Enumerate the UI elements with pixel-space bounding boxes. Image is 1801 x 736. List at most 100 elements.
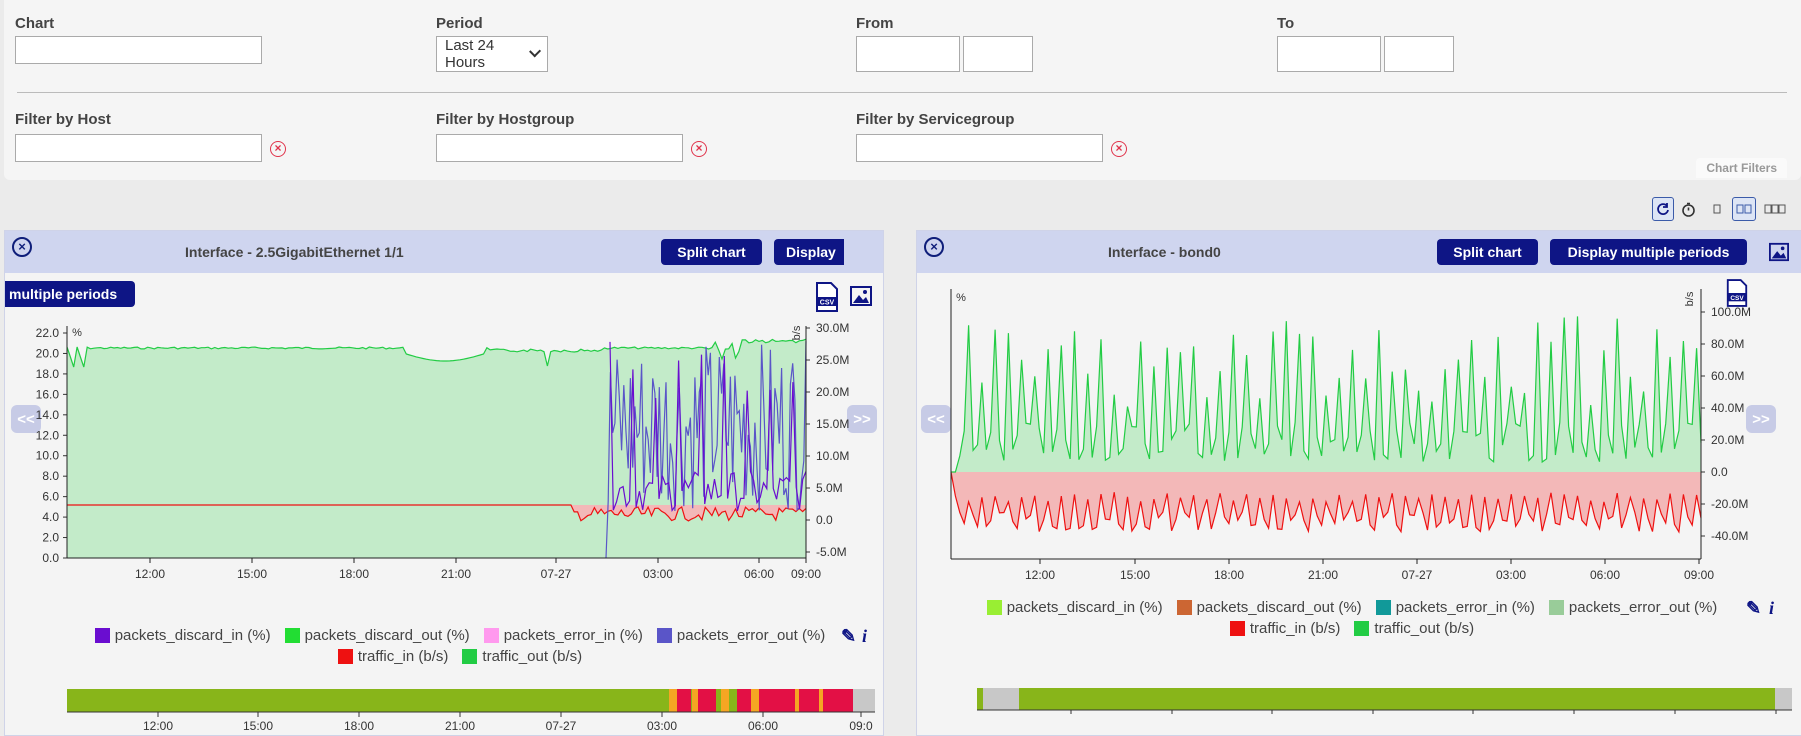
legend-swatch — [462, 649, 478, 664]
clear-hostgroup-filter-icon[interactable]: × — [691, 141, 707, 157]
timeline-tick-label: 21:00 — [445, 719, 475, 733]
legend-label: packets_error_in (%) — [1395, 599, 1535, 616]
y-unit-right: b/s — [791, 325, 803, 340]
legend-item[interactable]: packets_discard_in (%) — [986, 599, 1163, 616]
chart-title: Interface - 2.5GigabitEthernet 1/1 — [185, 244, 404, 260]
y-tick-label-left: 22.0 — [36, 326, 60, 340]
y-tick-label-right: 0.0 — [1711, 465, 1728, 479]
layout-three-columns-icon[interactable] — [1762, 197, 1788, 221]
to-date-input[interactable] — [1277, 36, 1381, 72]
y-tick-label-right: -40.0M — [1711, 529, 1748, 543]
close-chart-icon[interactable]: × — [924, 237, 944, 257]
timeline-status-segment — [698, 689, 716, 712]
timeline-status-bar-right — [977, 688, 1792, 714]
legend-swatch — [483, 628, 499, 643]
image-export-icon[interactable] — [1769, 242, 1789, 262]
y-tick-label-right: 0.0 — [816, 513, 833, 527]
timeline-ok-segment — [977, 688, 1792, 710]
y-tick-label-right: 10.0M — [816, 449, 849, 463]
display-multiple-periods-button-overflow[interactable]: multiple periods — [5, 281, 135, 307]
timeline-status-segment — [759, 689, 819, 712]
period-select-value: Last 24 Hours — [445, 37, 495, 71]
edit-legend-icon[interactable]: ✎ — [841, 626, 856, 647]
legend-label: packets_error_in (%) — [503, 627, 643, 644]
legend-item[interactable]: packets_error_out (%) — [656, 627, 826, 644]
legend-swatch — [986, 600, 1002, 615]
legend-label: packets_discard_out (%) — [1196, 599, 1362, 616]
x-tick-label: 12:00 — [135, 567, 165, 581]
chart-legend-left: packets_discard_in (%) packets_discard_ou… — [45, 627, 875, 665]
y-tick-label-right: 40.0M — [1711, 401, 1744, 415]
x-tick-label: 21:00 — [1308, 568, 1338, 581]
servicegroup-filter-input[interactable] — [856, 134, 1103, 162]
legend-item[interactable]: packets_error_in (%) — [483, 627, 643, 644]
filters-divider — [17, 92, 1787, 93]
display-multiple-periods-button[interactable]: Display multiple periods — [1550, 239, 1747, 265]
timeline-status-segment — [823, 689, 853, 712]
hostgroup-filter-input[interactable] — [436, 134, 683, 162]
split-chart-button[interactable]: Split chart — [661, 239, 762, 265]
y-tick-label-right: 20.0M — [816, 385, 849, 399]
period-select[interactable]: Last 24 Hours — [436, 36, 548, 72]
timeline-tick-label: 06:00 — [748, 719, 778, 733]
y-tick-label-right: -5.0M — [816, 545, 847, 559]
x-tick-label: 12:00 — [1025, 568, 1055, 581]
refresh-icon[interactable] — [1652, 197, 1674, 221]
to-time-input[interactable] — [1384, 36, 1454, 72]
y-tick-label-left: 8.0 — [42, 469, 59, 483]
legend-label: traffic_out (b/s) — [1374, 620, 1475, 637]
csv-export-icon[interactable]: CSV — [814, 282, 840, 312]
to-label: To — [1277, 15, 1295, 32]
timeline-status-segment — [721, 689, 729, 712]
image-export-icon[interactable] — [850, 286, 872, 306]
legend-item[interactable]: packets_discard_in (%) — [94, 627, 271, 644]
from-time-input[interactable] — [963, 36, 1033, 72]
from-date-input[interactable] — [856, 36, 960, 72]
chart-plot-right: 100.0M 80.0M 60.0M 40.0M 20.0M 0.0 -20.0M -40.0… — [950, 289, 1751, 581]
timeline-status-bar-left: 12:00 15:00 18:00 21:00 07-27 03:00 06:00 09:0 — [67, 689, 875, 733]
close-chart-icon[interactable]: × — [12, 237, 32, 257]
clear-host-filter-icon[interactable]: × — [270, 141, 286, 157]
y-tick-label-right: 80.0M — [1711, 337, 1744, 351]
legend-item[interactable]: packets_discard_out (%) — [1176, 599, 1362, 616]
chart-filters-tab[interactable]: Chart Filters — [1696, 158, 1787, 178]
clear-servicegroup-filter-icon[interactable]: × — [1111, 141, 1127, 157]
layout-two-columns-icon[interactable] — [1732, 197, 1756, 221]
display-multiple-periods-button[interactable]: Display — [774, 239, 844, 265]
legend-swatch — [337, 649, 353, 664]
x-tick-label: 07-27 — [1402, 568, 1433, 581]
y-tick-label-right: 15.0M — [816, 417, 849, 431]
legend-item[interactable]: traffic_out (b/s) — [462, 648, 582, 665]
info-icon[interactable]: i — [1769, 598, 1774, 619]
y-tick-label-left: 0.0 — [42, 551, 59, 565]
legend-item[interactable]: packets_discard_out (%) — [284, 627, 470, 644]
legend-item[interactable]: packets_error_in (%) — [1375, 599, 1535, 616]
legend-item[interactable]: traffic_out (b/s) — [1354, 620, 1474, 637]
legend-label: packets_error_out (%) — [676, 627, 826, 644]
host-filter-input[interactable] — [15, 134, 262, 162]
legend-item[interactable]: traffic_in (b/s) — [337, 648, 448, 665]
legend-label: packets_error_out (%) — [1568, 599, 1718, 616]
timeline-status-segment — [853, 689, 875, 712]
split-chart-button[interactable]: Split chart — [1437, 239, 1538, 265]
info-icon[interactable]: i — [862, 626, 867, 647]
legend-swatch — [1354, 621, 1370, 636]
y-tick-label-left: 4.0 — [42, 510, 59, 524]
legend-item[interactable]: traffic_in (b/s) — [1229, 620, 1340, 637]
edit-legend-icon[interactable]: ✎ — [1746, 598, 1761, 619]
timer-icon[interactable] — [1677, 197, 1699, 221]
x-tick-label: 21:00 — [441, 567, 471, 581]
x-tick-label: 09:00 — [1684, 568, 1714, 581]
timeline-status-segment — [751, 689, 759, 712]
timeline-nodata-segment — [1775, 688, 1792, 710]
y-tick-label-right: 20.0M — [1711, 433, 1744, 447]
legend-label: packets_discard_in (%) — [114, 627, 271, 644]
y-tick-label-left: 6.0 — [42, 490, 59, 504]
legend-item[interactable]: packets_error_out (%) — [1548, 599, 1718, 616]
timeline-tick-label: 18:00 — [344, 719, 374, 733]
x-tick-label: 15:00 — [1120, 568, 1150, 581]
layout-one-column-icon[interactable] — [1708, 197, 1726, 221]
legend-label: packets_discard_out (%) — [304, 627, 470, 644]
chart-input[interactable] — [15, 36, 262, 64]
legend-swatch — [1548, 600, 1564, 615]
